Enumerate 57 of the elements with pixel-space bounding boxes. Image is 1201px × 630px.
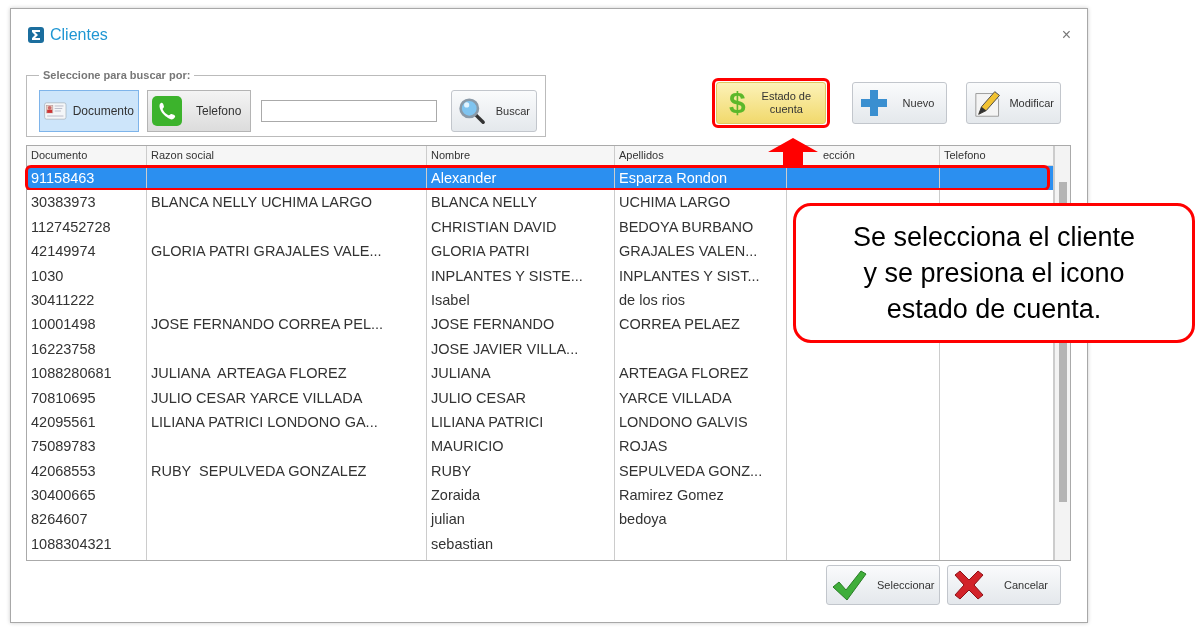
table-cell: 91158463 — [31, 169, 95, 187]
dollar-icon: $ — [729, 88, 746, 118]
table-cell: JULIANA ARTEAGA FLOREZ — [151, 364, 347, 383]
table-cell: INPLANTES Y SIST... — [619, 266, 760, 285]
table-cell: JOSE JAVIER VILLA... — [431, 339, 579, 358]
table-cell: JULIO CESAR YARCE VILLADA — [151, 388, 363, 407]
table-cell: Esparza Rondon — [619, 169, 727, 187]
table-cell: LILIANA PATRICI LONDONO GA... — [151, 412, 378, 431]
table-cell: JOSE FERNANDO — [431, 315, 555, 334]
table-cell: UCHIMA LARGO — [619, 193, 731, 212]
table-cell: 30411222 — [31, 290, 95, 309]
table-cell: SEPULVEDA GONZ... — [619, 461, 763, 480]
table-cell: 30400665 — [31, 486, 96, 505]
table-cell: GRAJALES VALEN... — [619, 242, 758, 261]
table-cell: GLORIA PATRI GRAJALES VALE... — [151, 242, 382, 261]
table-cell: sebastian — [431, 534, 494, 553]
group-label: Seleccione para buscar por: — [42, 69, 192, 81]
table-cell: ROJAS — [619, 437, 668, 456]
table-cell: GLORIA PATRI — [431, 242, 530, 261]
table-cell: 1088280681 — [31, 364, 112, 383]
table-cell: Zoraida — [431, 486, 481, 505]
window-title: Clientes — [50, 26, 108, 44]
table-cell: Isabel — [431, 290, 470, 309]
table-cell: CHRISTIAN DAVID — [431, 217, 557, 236]
table-cell: bedoya — [619, 510, 667, 529]
table-cell: 10001498 — [31, 315, 96, 334]
table-cell: INPLANTES Y SISTE... — [431, 266, 583, 285]
table-cell: RUBY SEPULVEDA GONZALEZ — [151, 461, 367, 480]
table-cell: BLANCA NELLY — [431, 193, 538, 212]
table-cell: Alexander — [431, 169, 497, 187]
table-cell: 8264607 — [31, 510, 88, 529]
table-cell: RUBY — [431, 461, 472, 480]
table-cell: 16223758 — [31, 339, 96, 358]
table-cell: 30383973 — [31, 193, 96, 212]
note-tooltip: Se selecciona el cliente y se presiona el icono estado de cuenta. — [793, 203, 1195, 343]
table-cell: MAURICIO — [431, 437, 504, 456]
table-cell: de los rios — [619, 290, 686, 309]
table-cell: 42068553 — [31, 461, 96, 480]
table-cell: JULIANA — [431, 364, 491, 383]
table-cell: 70810695 — [31, 388, 96, 407]
table-cell: 42149974 — [31, 242, 96, 261]
table-cell: LONDONO GALVIS — [619, 412, 748, 431]
table-cell: BLANCA NELLY UCHIMA LARGO — [151, 193, 373, 212]
table-cell: 42095561 — [31, 412, 96, 431]
table-cell: 75089783 — [31, 437, 96, 456]
table-cell: YARCE VILLADA — [619, 388, 732, 407]
table-cell: JOSE FERNANDO CORREA PEL... — [151, 315, 384, 334]
table-cell: JULIO CESAR — [431, 388, 527, 407]
table-cell: 1127452728 — [31, 217, 111, 236]
table-cell: Ramirez Gomez — [619, 486, 724, 505]
table-cell: LILIANA PATRICI — [431, 412, 544, 431]
table-cell: CORREA PELAEZ — [619, 315, 740, 334]
table-cell: 1030 — [31, 266, 64, 285]
table-cell: 1088304321 — [31, 534, 112, 553]
table-cell: BEDOYA BURBANO — [619, 217, 754, 236]
table-cell: ARTEAGA FLOREZ — [619, 364, 749, 383]
table-cell: julian — [431, 510, 465, 529]
